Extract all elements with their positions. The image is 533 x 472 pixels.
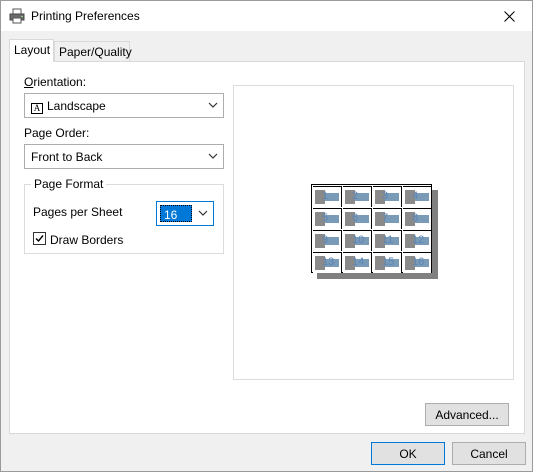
chevron-down-icon	[198, 210, 208, 216]
chevron-down-icon	[208, 102, 218, 108]
preview-page-number: 12	[412, 234, 425, 246]
orientation-label-text: rientation:	[33, 75, 87, 89]
preview-page-cell: 16	[403, 252, 432, 273]
close-button[interactable]	[486, 1, 532, 31]
tab-paper-quality[interactable]: Paper/Quality	[54, 41, 132, 62]
checkmark-icon	[35, 235, 44, 243]
preview-page-number: 10	[352, 234, 365, 246]
preview-page-cell: 9	[313, 230, 342, 251]
preview-page-number: 5	[322, 212, 329, 224]
preview-page-cell: 6	[343, 208, 372, 229]
preview-page-number: 9	[322, 234, 329, 246]
cancel-button[interactable]: Cancel	[452, 442, 526, 465]
preview-page-cell: 1	[313, 186, 342, 207]
preview-page-cell: 4	[403, 186, 432, 207]
preview-page-number: 2	[352, 190, 359, 202]
pages-per-sheet-label: Pages per Sheet	[33, 205, 123, 219]
preview-page-grid: 1 2 3 4 5 6 7 8 9 10 11 12 13 14 15 16	[313, 186, 432, 273]
orientation-label: Orientation:	[24, 75, 87, 89]
preview-page-cell: 15	[373, 252, 402, 273]
preview-page-cell: 8	[403, 208, 432, 229]
preview-page-cell: 3	[373, 186, 402, 207]
page-order-dropdown[interactable]: Front to Back	[24, 144, 224, 169]
preview-page-cell: 12	[403, 230, 432, 251]
preview-page-number: 14	[352, 256, 365, 268]
preview-page-number: 6	[352, 212, 359, 224]
preview-page-number: 13	[322, 256, 335, 268]
ok-button[interactable]: OK	[371, 442, 445, 465]
pages-per-sheet-dropdown[interactable]: 16	[156, 201, 214, 226]
preview-page-cell: 5	[313, 208, 342, 229]
preview-page-cell: 11	[373, 230, 402, 251]
preview-page-number: 1	[322, 190, 329, 202]
draw-borders-label[interactable]: Draw Borders	[50, 233, 123, 247]
preview-page-cell: 7	[373, 208, 402, 229]
orientation-dropdown[interactable]: A Landscape	[24, 93, 224, 118]
orientation-value: Landscape	[47, 99, 106, 113]
preview-page-cell: 2	[343, 186, 372, 207]
preview-page-number: 7	[382, 212, 389, 224]
preview-page-number: 4	[412, 190, 419, 202]
advanced-button[interactable]: Advanced...	[425, 403, 509, 426]
preview-page-number: 3	[382, 190, 389, 202]
printer-icon	[9, 8, 25, 24]
window-title: Printing Preferences	[31, 9, 140, 23]
tab-layout[interactable]: Layout	[9, 39, 54, 62]
chevron-down-icon	[208, 153, 218, 159]
draw-borders-checkbox[interactable]	[33, 232, 46, 245]
preview-page-number: 8	[412, 212, 419, 224]
pages-per-sheet-value: 16	[160, 205, 192, 222]
page-format-title: Page Format	[31, 177, 107, 191]
printing-preferences-dialog: Printing Preferences Layout Paper/Qualit…	[0, 0, 533, 472]
preview-page-number: 15	[382, 256, 395, 268]
preview-page-number: 16	[412, 256, 425, 268]
page-order-label: Page Order:	[24, 126, 90, 140]
preview-page-number: 11	[382, 234, 394, 246]
close-icon	[503, 10, 515, 22]
preview-page-cell: 10	[343, 230, 372, 251]
title-bar[interactable]: Printing Preferences	[1, 1, 532, 31]
preview-page-cell: 14	[343, 252, 372, 273]
landscape-icon: A	[31, 103, 43, 114]
preview-page-cell: 13	[313, 252, 342, 273]
page-order-value: Front to Back	[31, 150, 103, 164]
